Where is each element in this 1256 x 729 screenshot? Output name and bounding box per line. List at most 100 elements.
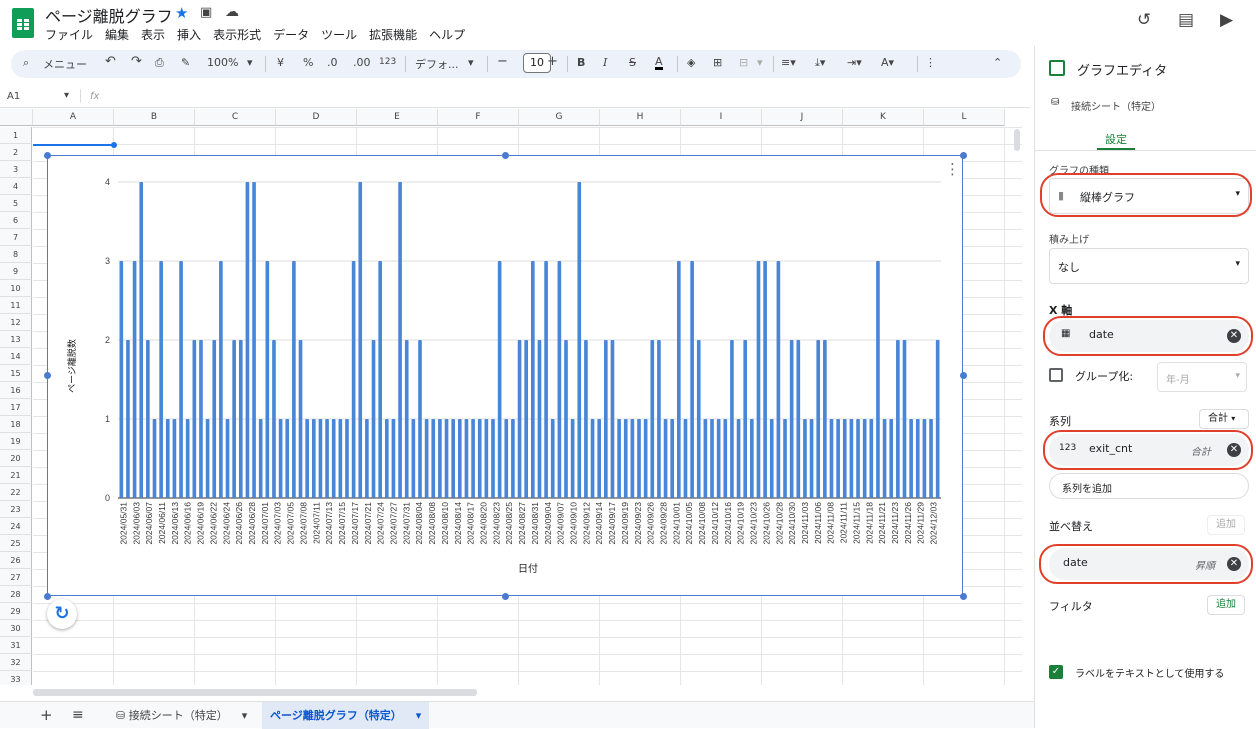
menu-help[interactable]: ヘルプ <box>429 26 465 43</box>
row-header[interactable]: 17 <box>0 399 32 416</box>
row-header[interactable]: 3 <box>0 161 32 178</box>
font-size-decrease-icon[interactable]: − <box>497 54 508 69</box>
menu-insert[interactable]: 挿入 <box>177 26 201 43</box>
tab-settings[interactable]: 設定 <box>1105 131 1127 147</box>
resize-handle-bottom[interactable] <box>502 593 509 600</box>
font-select[interactable]: デフォ... <box>415 56 459 72</box>
paint-format-icon[interactable]: ✎ <box>181 56 190 69</box>
merge-cells-icon[interactable]: ⊟ <box>739 56 748 69</box>
column-header[interactable]: B <box>114 109 195 126</box>
move-folder-icon[interactable]: ▣ <box>200 5 212 20</box>
more-options-icon[interactable]: ⋮ <box>925 56 936 69</box>
group-select[interactable]: 年-月 ▾ <box>1157 362 1247 392</box>
text-rotation-icon[interactable]: A▾ <box>881 56 894 69</box>
row-header[interactable]: 33 <box>0 671 32 685</box>
row-header[interactable]: 30 <box>0 620 32 637</box>
row-header[interactable]: 8 <box>0 246 32 263</box>
row-header[interactable]: 12 <box>0 314 32 331</box>
italic-button[interactable]: I <box>603 56 607 69</box>
row-header[interactable]: 7 <box>0 229 32 246</box>
vertical-scrollbar[interactable] <box>1014 129 1020 151</box>
number-format-button[interactable]: 123 <box>379 57 396 67</box>
column-header[interactable]: G <box>519 109 600 126</box>
menu-extensions[interactable]: 拡張機能 <box>369 26 417 43</box>
zoom-dropdown-icon[interactable]: ▾ <box>247 56 253 69</box>
fill-color-icon[interactable]: ◈ <box>687 56 695 69</box>
stack-select[interactable]: なし ▾ <box>1049 248 1249 284</box>
menu-data[interactable]: データ <box>273 26 309 43</box>
font-dropdown-icon[interactable]: ▾ <box>468 56 474 69</box>
comments-icon[interactable]: ▤ <box>1178 10 1194 30</box>
zoom-select[interactable]: 100% <box>207 56 238 69</box>
row-header[interactable]: 28 <box>0 586 32 603</box>
menu-format[interactable]: 表示形式 <box>213 26 261 43</box>
text-wrap-icon[interactable]: ⇥▾ <box>847 56 862 69</box>
row-header[interactable]: 2 <box>0 144 32 161</box>
add-sheet-icon[interactable]: + <box>32 702 61 729</box>
tab-dropdown-icon[interactable]: ▾ <box>242 709 248 722</box>
row-header[interactable]: 27 <box>0 569 32 586</box>
row-header[interactable]: 23 <box>0 501 32 518</box>
tab-dropdown-icon[interactable]: ▾ <box>416 709 422 722</box>
row-header[interactable]: 14 <box>0 348 32 365</box>
column-header[interactable]: K <box>843 109 924 126</box>
document-title[interactable]: ページ離脱グラフ <box>45 3 173 27</box>
strikethrough-button[interactable]: S <box>629 56 636 69</box>
horizontal-align-icon[interactable]: ≡▾ <box>781 56 796 69</box>
name-box[interactable]: A1 <box>7 91 20 102</box>
search-icon[interactable]: ⌕ <box>23 56 29 70</box>
sort-add-button[interactable]: 追加 <box>1207 515 1245 535</box>
refresh-chart-icon[interactable]: ↻ <box>47 599 77 629</box>
row-header[interactable]: 1 <box>0 127 32 144</box>
row-header[interactable]: 21 <box>0 467 32 484</box>
version-history-icon[interactable]: ↺ <box>1137 10 1151 30</box>
row-header[interactable]: 6 <box>0 212 32 229</box>
font-size-increase-icon[interactable]: + <box>547 54 558 69</box>
row-header[interactable]: 15 <box>0 365 32 382</box>
row-header[interactable]: 31 <box>0 637 32 654</box>
column-header[interactable]: I <box>681 109 762 126</box>
horizontal-scrollbar[interactable] <box>33 689 477 696</box>
borders-icon[interactable]: ⊞ <box>713 56 722 69</box>
resize-handle-top-left[interactable] <box>44 152 51 159</box>
row-header[interactable]: 9 <box>0 263 32 280</box>
filter-add-button[interactable]: 追加 <box>1207 595 1245 615</box>
row-header[interactable]: 10 <box>0 280 32 297</box>
currency-button[interactable]: ¥ <box>277 56 284 69</box>
column-header[interactable]: E <box>357 109 438 126</box>
resize-handle-top[interactable] <box>502 152 509 159</box>
merge-dropdown-icon[interactable]: ▾ <box>757 56 763 69</box>
redo-icon[interactable]: ↷ <box>131 54 142 69</box>
text-color-button[interactable]: A <box>655 56 663 70</box>
row-header[interactable]: 18 <box>0 416 32 433</box>
row-header[interactable]: 4 <box>0 178 32 195</box>
collapse-toolbar-icon[interactable]: ⌃ <box>993 56 1002 69</box>
row-header[interactable]: 22 <box>0 484 32 501</box>
row-header[interactable]: 29 <box>0 603 32 620</box>
star-icon[interactable]: ★ <box>175 4 188 22</box>
row-header[interactable]: 24 <box>0 518 32 535</box>
sheet-tab-connected[interactable]: ⛁ 接続シート（特定） ▾ <box>108 702 255 729</box>
column-header[interactable]: F <box>438 109 519 126</box>
add-series-button[interactable]: 系列を追加 <box>1049 473 1249 499</box>
resize-handle-right[interactable] <box>960 372 967 379</box>
row-header[interactable]: 5 <box>0 195 32 212</box>
chart-object[interactable]: 0 1 2 3 4 2024/05/31 2024/06/03 2024/06/07 2024/… <box>47 155 963 596</box>
row-header[interactable]: 20 <box>0 450 32 467</box>
chart-menu-icon[interactable]: ⋮ <box>945 160 960 178</box>
menu-edit[interactable]: 編集 <box>105 26 129 43</box>
use-labels-checkbox[interactable]: ✓ <box>1049 665 1063 679</box>
sheets-logo-icon[interactable] <box>12 8 34 38</box>
column-header[interactable]: A <box>33 109 114 126</box>
undo-icon[interactable]: ↶ <box>105 54 116 69</box>
resize-handle-top-right[interactable] <box>960 152 967 159</box>
menu-view[interactable]: 表示 <box>141 26 165 43</box>
column-header[interactable]: L <box>924 109 1005 126</box>
meet-icon[interactable]: ▶ <box>1220 10 1233 30</box>
cloud-status-icon[interactable]: ☁ <box>225 4 239 20</box>
menu-search-input[interactable]: メニュー <box>43 56 87 72</box>
bold-button[interactable]: B <box>577 56 585 69</box>
percent-button[interactable]: % <box>303 56 313 69</box>
increase-decimal-button[interactable]: .00 <box>353 56 371 69</box>
resize-handle-left[interactable] <box>44 372 51 379</box>
